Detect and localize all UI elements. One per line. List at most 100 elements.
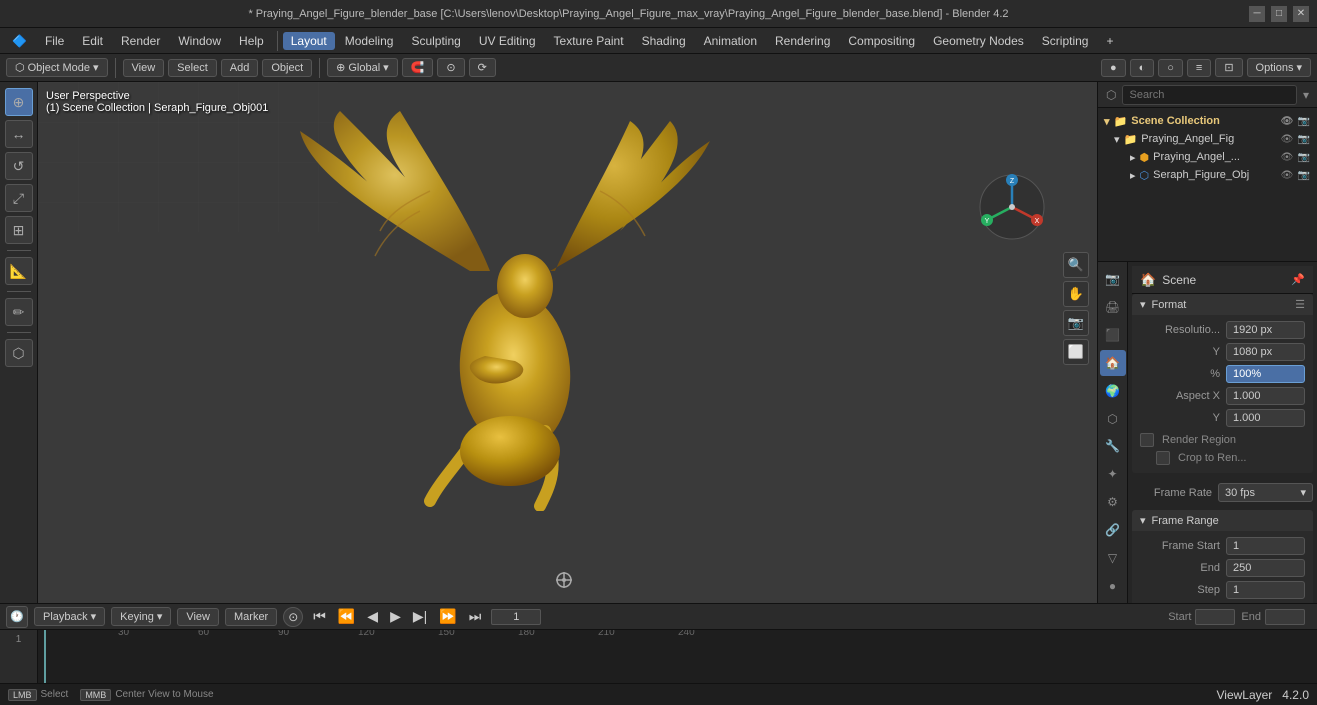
minimize-button[interactable]: ─ [1249,6,1265,22]
menu-file[interactable]: File [37,32,72,50]
prop-tab-physics[interactable]: ⚙ [1100,489,1126,515]
prop-tab-output[interactable]: 🖨 [1100,294,1126,320]
scale-tool-btn[interactable]: ⤢ [5,184,33,212]
prop-tab-view-layer[interactable]: ⬛ [1100,322,1126,348]
render-region-checkbox[interactable] [1140,433,1154,447]
viewport-3d[interactable]: User Perspective (1) Scene Collection | … [38,82,1097,603]
collection-camera-btn[interactable]: 📷 [1297,114,1311,128]
collection-view-btn[interactable]: 👁 [1280,114,1294,128]
prop-tab-object[interactable]: ⬡ [1100,406,1126,432]
zoom-fit-btn[interactable]: 🔍 [1063,252,1089,278]
camera-btn[interactable]: 📷 [1063,310,1089,336]
workspace-texture-paint[interactable]: Texture Paint [546,32,632,50]
workspace-add[interactable]: + [1098,32,1121,50]
filter-icon[interactable]: ▾ [1303,88,1309,102]
aspect-x-value[interactable]: 1.000 [1226,387,1305,405]
start-frame-input[interactable]: 1 [1195,609,1235,625]
prop-tab-scene[interactable]: 🏠 [1100,350,1126,376]
prop-tab-render[interactable]: 📷 [1100,266,1126,292]
menu-window[interactable]: Window [170,32,229,50]
menu-help[interactable]: Help [231,32,272,50]
viewport-gizmo[interactable]: Z X Y [977,172,1047,242]
resolution-pct-value[interactable]: 100% [1226,365,1305,383]
workspace-sculpting[interactable]: Sculpting [403,32,468,50]
mesh-camera-btn[interactable]: 📷 [1297,150,1311,164]
seraph-camera-btn[interactable]: 📷 [1297,168,1311,182]
pin-icon[interactable]: 📌 [1291,273,1305,286]
move-tool-btn[interactable]: ↔ [5,120,33,148]
item-camera-btn[interactable]: 📷 [1297,132,1311,146]
transform-selector[interactable]: ⊕ Global ▾ [327,58,398,77]
add-menu[interactable]: Add [221,59,259,77]
keying-menu[interactable]: Keying ▾ [111,607,171,626]
timeline-mode-btn[interactable]: 🕐 [6,606,28,628]
timeline-track[interactable]: 30 60 90 120 150 180 210 240 [38,630,1317,683]
workspace-modeling[interactable]: Modeling [337,32,402,50]
prop-tab-data[interactable]: ▽ [1100,545,1126,571]
transform-tool-btn[interactable]: ⊞ [5,216,33,244]
playback-menu[interactable]: Playback ▾ [34,607,105,626]
frame-start-value[interactable]: 1 [1226,537,1305,555]
timeline-content[interactable]: 1 30 60 90 120 150 180 210 240 [0,630,1317,683]
snap-btn[interactable]: 🧲 [402,58,434,77]
shading-mode-btn-material[interactable]: ◐ [1130,59,1155,77]
current-frame-input[interactable]: 1 [491,609,541,625]
select-menu[interactable]: Select [168,59,217,77]
jump-end-btn[interactable]: ⏭ [465,606,486,627]
workspace-layout[interactable]: Layout [283,32,335,50]
xray-btn[interactable]: ⊡ [1215,58,1242,77]
workspace-animation[interactable]: Animation [696,32,765,50]
praying-angel-mesh-item[interactable]: ▸ ⬢ Praying_Angel_... 👁 📷 [1098,148,1317,166]
prev-keyframe-btn[interactable]: ⏪ [334,606,359,627]
workspace-uv-editing[interactable]: UV Editing [471,32,544,50]
workspace-compositing[interactable]: Compositing [840,32,923,50]
view-menu[interactable]: View [123,59,165,77]
cursor-tool-btn[interactable]: ⊕ [5,88,33,116]
rotate-tool-btn[interactable]: ↺ [5,152,33,180]
crop-checkbox[interactable] [1156,451,1170,465]
jump-start-btn[interactable]: ⏮ [309,606,330,627]
pan-btn[interactable]: ✋ [1063,281,1089,307]
overlays-btn[interactable]: ≡ [1187,59,1211,77]
marker-menu[interactable]: Marker [225,608,277,626]
praying-angel-collection-item[interactable]: ▾ 📁 Praying_Angel_Fig 👁 📷 [1098,130,1317,148]
end-frame-input[interactable]: 250 [1265,609,1305,625]
timeline-view-menu[interactable]: View [177,608,219,626]
proportional-btn[interactable]: ⊙ [437,58,464,77]
seraph-figure-item[interactable]: ▸ ⬡ Seraph_Figure_Obj 👁 📷 [1098,166,1317,184]
frame-step-value[interactable]: 1 [1226,581,1305,599]
primitive-tool-btn[interactable]: ⬡ [5,339,33,367]
workspace-geometry-nodes[interactable]: Geometry Nodes [925,32,1032,50]
scene-collection-item[interactable]: ▾ 📁 Scene Collection 👁 📷 [1098,112,1317,130]
menu-blender[interactable]: 🔷 [4,32,35,50]
mode-selector[interactable]: ⬡ Object Mode ▾ [6,58,108,77]
resolution-x-value[interactable]: 1920 px [1226,321,1305,339]
workspace-shading[interactable]: Shading [634,32,694,50]
collection-btn[interactable]: ⬜ [1063,339,1089,365]
step-fwd-btn[interactable]: ▶| [409,606,431,627]
shading-mode-btn-render[interactable]: ○ [1158,59,1183,77]
frame-end-value[interactable]: 250 [1226,559,1305,577]
item-view-btn[interactable]: 👁 [1280,132,1294,146]
format-options-icon[interactable]: ☰ [1295,298,1305,311]
prop-tab-particles[interactable]: ✦ [1100,461,1126,487]
prop-tab-material[interactable]: ● [1100,573,1126,599]
step-back-btn[interactable]: ◀ [363,606,382,627]
next-keyframe-btn[interactable]: ⏩ [435,606,460,627]
prop-tab-modifier[interactable]: 🔧 [1100,434,1126,460]
options-btn[interactable]: Options ▾ [1247,58,1311,77]
aspect-y-value[interactable]: 1.000 [1226,409,1305,427]
menu-render[interactable]: Render [113,32,168,50]
close-button[interactable]: ✕ [1293,6,1309,22]
sync-btn[interactable]: ⊙ [283,607,303,627]
maximize-button[interactable]: □ [1271,6,1287,22]
annotate-tool-btn[interactable]: ✏ [5,298,33,326]
pivot-btn[interactable]: ⟳ [469,58,496,77]
frame-range-header[interactable]: ▾ Frame Range [1132,510,1313,531]
play-btn[interactable]: ▶ [386,606,405,627]
shading-mode-btn-solid[interactable]: ● [1101,59,1126,77]
workspace-scripting[interactable]: Scripting [1034,32,1097,50]
format-section-header[interactable]: ▾ Format ☰ [1132,294,1313,315]
seraph-view-btn[interactable]: 👁 [1280,168,1294,182]
menu-edit[interactable]: Edit [74,32,111,50]
